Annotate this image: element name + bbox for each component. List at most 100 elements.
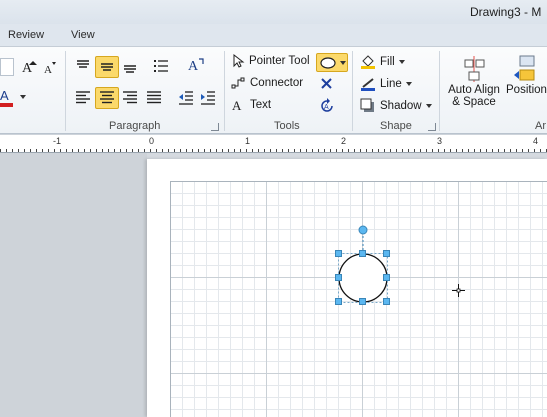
connection-point-icon[interactable] [320,77,333,90]
align-center-icon[interactable] [95,87,119,109]
ruler-label: 2 [341,136,347,146]
line-icon [361,78,375,91]
line-button[interactable]: Line [360,76,412,92]
rotate-icon[interactable]: A [319,98,335,114]
ruler-tick [528,149,529,152]
tab-review[interactable]: Review [8,29,44,41]
circle-shape[interactable] [338,253,388,303]
ruler-tick [6,149,7,152]
tab-view[interactable]: View [71,29,95,41]
ruler-tick [324,149,325,152]
connector-tool-button[interactable]: Connector [231,76,303,90]
group-separator [352,51,353,131]
decrease-font-icon[interactable]: A [43,61,57,75]
ruler-tick [300,149,301,152]
resize-handle-ne[interactable] [383,250,390,257]
ruler-tick [294,149,295,152]
ruler-tick [534,149,535,152]
align-left-icon[interactable] [74,89,92,107]
ruler-tick [48,149,49,152]
ruler-tick [252,149,253,152]
ruler-tick [186,149,187,152]
align-right-icon[interactable] [121,89,139,107]
font-size-box[interactable] [0,58,14,76]
ruler-tick [354,149,355,152]
resize-handle-n[interactable] [359,250,366,257]
align-bottom-icon[interactable] [121,57,139,75]
position-button[interactable]: Position [506,54,547,96]
ruler-tick [228,149,229,152]
chevron-down-icon [398,60,405,64]
ruler-tick [66,149,67,152]
text-direction-icon[interactable]: A [187,56,205,74]
ruler-tick [138,149,139,152]
connector-label: Connector [250,77,304,89]
ruler-tick [270,149,271,152]
line-label: Line [380,78,402,90]
ruler-tick [72,149,73,152]
ruler-tick [378,149,379,152]
window-title: Drawing3 - M [470,5,542,19]
align-middle-icon[interactable] [95,56,119,78]
ruler-tick [192,149,193,152]
resize-handle-s[interactable] [359,298,366,305]
svg-text:A: A [44,64,52,75]
bullets-icon[interactable] [152,57,170,75]
ruler-tick [234,149,235,152]
auto-align-button[interactable]: Auto Align & Space [445,54,503,108]
font-color-dropdown-icon[interactable] [20,95,26,99]
align-top-icon[interactable] [74,57,92,75]
increase-font-icon[interactable]: A [21,59,37,75]
visio-window: Drawing3 - M Review View A A A A Paragra… [0,0,547,417]
ruler-tick [420,149,421,152]
horizontal-ruler[interactable]: -1 0 1 2 3 4 [0,135,547,153]
fill-button[interactable]: Fill [360,54,405,70]
ruler-tick [246,149,247,152]
position-icon [514,55,535,81]
text-tool-label: Text [250,99,272,111]
rotation-handle[interactable] [358,225,368,235]
ruler-tick [312,149,313,152]
group-separator [224,51,225,131]
arrange-group-label: Ar [535,120,546,132]
ellipse-tool-button[interactable] [316,53,348,72]
resize-handle-se[interactable] [383,298,390,305]
resize-handle-nw[interactable] [335,250,342,257]
ruler-tick [0,149,1,152]
ruler-tick [198,149,199,152]
position-label: Position [506,84,547,96]
ruler-tick [36,149,37,152]
chevron-down-icon [425,104,432,108]
ruler-tick [54,149,55,152]
ruler-tick [306,149,307,152]
ruler-tick [60,149,61,152]
ruler-tick [492,149,493,152]
connector-icon [231,77,245,89]
ruler-tick [216,149,217,152]
ruler-tick [204,149,205,152]
resize-handle-sw[interactable] [335,298,342,305]
group-separator [439,51,440,131]
shadow-icon [360,98,374,112]
pointer-tool-button[interactable]: Pointer Tool [231,54,310,68]
font-color-icon[interactable]: A [0,87,16,109]
ruler-tick [120,149,121,152]
ruler-tick [468,149,469,152]
shadow-button[interactable]: Shadow [360,98,432,114]
ruler-tick [174,149,175,152]
paragraph-group-label: Paragraph [109,120,161,132]
ruler-tick [504,149,505,152]
auto-align-label-2: & Space [452,96,496,108]
ruler-tick [18,149,19,152]
text-tool-button[interactable]: A Text [231,98,271,112]
pointer-tool-label: Pointer Tool [249,55,310,67]
auto-align-label-1: Auto Align [448,84,500,96]
justify-icon[interactable] [145,89,163,107]
resize-handle-e[interactable] [383,274,390,281]
resize-handle-w[interactable] [335,274,342,281]
decrease-indent-icon[interactable] [177,89,195,107]
increase-indent-icon[interactable] [199,89,217,107]
canvas-margin [0,153,147,417]
shape-dialog-launcher[interactable] [428,123,436,131]
paragraph-dialog-launcher[interactable] [211,123,219,131]
